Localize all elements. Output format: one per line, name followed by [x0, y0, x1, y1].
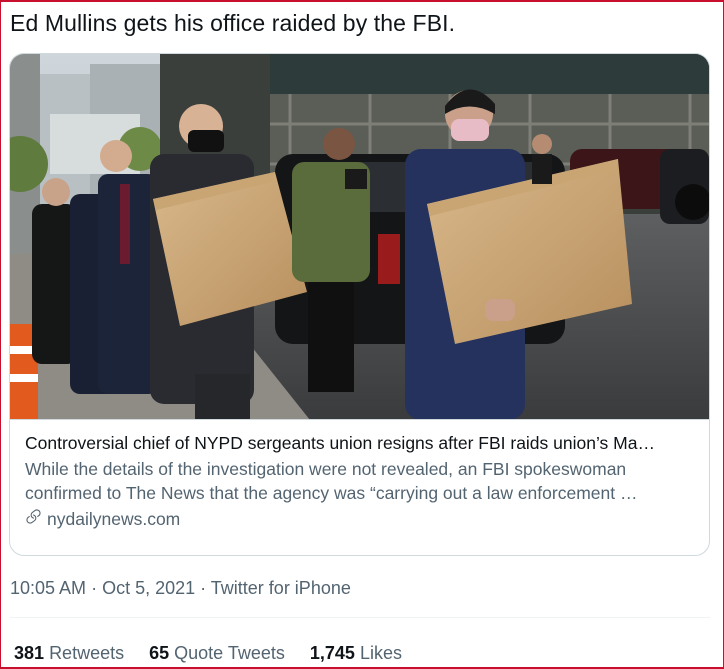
retweets-count: 381: [14, 643, 45, 663]
meta-separator: ·: [86, 578, 103, 598]
card-domain-link[interactable]: nydailynews.com: [25, 507, 694, 531]
likes-label: Likes: [359, 643, 402, 663]
divider: [10, 617, 710, 618]
link-card[interactable]: Controversial chief of NYPD sergeants un…: [9, 53, 710, 556]
card-description: While the details of the investigation w…: [25, 457, 694, 505]
tweet-meta: 10:05 AM · Oct 5, 2021 · Twitter for iPh…: [10, 576, 351, 600]
card-photo: [10, 54, 709, 419]
card-description-line-1: While the details of the investigation w…: [25, 459, 627, 479]
likes-stat[interactable]: 1,745 Likes: [310, 641, 402, 665]
card-domain[interactable]: nydailynews.com: [47, 507, 180, 531]
meta-separator: ·: [195, 578, 211, 598]
tweet-text: Ed Mullins gets his office raided by the…: [10, 10, 456, 36]
tweet-date[interactable]: Oct 5, 2021: [102, 578, 195, 598]
quote-tweets-stat[interactable]: 65 Quote Tweets: [149, 641, 285, 665]
quote-tweets-label: Quote Tweets: [174, 643, 285, 663]
likes-count: 1,745: [309, 643, 355, 663]
card-image[interactable]: [10, 54, 709, 420]
tweet-time[interactable]: 10:05 AM: [10, 578, 86, 598]
retweets-label: Retweets: [49, 643, 125, 663]
card-title[interactable]: Controversial chief of NYPD sergeants un…: [25, 431, 694, 455]
card-description-line-2: confirmed to The News that the agency wa…: [25, 483, 638, 503]
retweets-stat[interactable]: 381 Retweets: [14, 641, 124, 665]
quote-tweets-count: 65: [149, 643, 170, 663]
tweet-source[interactable]: Twitter for iPhone: [211, 578, 351, 598]
link-icon: [25, 507, 42, 531]
card-body[interactable]: Controversial chief of NYPD sergeants un…: [10, 420, 709, 555]
tweet-stats: 381 Retweets 65 Quote Tweets 1,745 Likes: [14, 641, 402, 665]
